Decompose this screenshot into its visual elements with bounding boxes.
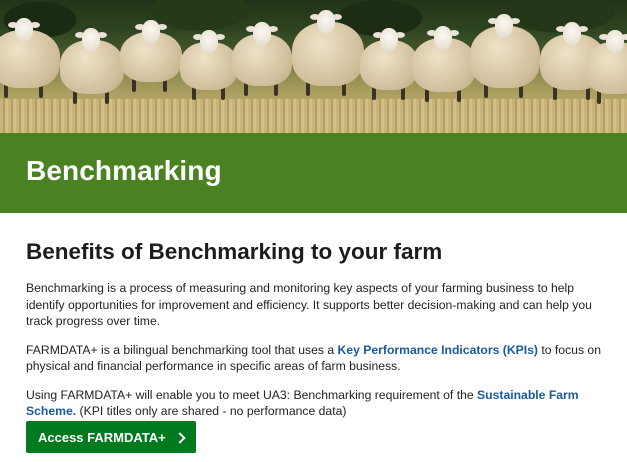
sheep — [585, 30, 627, 104]
grass-field — [0, 99, 627, 133]
scheme-paragraph: Using FARMDATA+ will enable you to meet … — [26, 387, 616, 420]
main-content: Benefits of Benchmarking to your farm Be… — [26, 238, 616, 432]
hero-image — [0, 0, 627, 133]
kpi-link[interactable]: Key Performance Indicators (KPIs) — [338, 343, 538, 357]
paragraph-text: FARMDATA+ is a bilingual benchmarking to… — [26, 342, 338, 357]
sheep — [232, 22, 292, 96]
button-label: Access FARMDATA+ — [38, 429, 166, 445]
chevron-right-icon — [174, 431, 186, 444]
sheep — [0, 18, 60, 98]
sheep — [470, 14, 540, 98]
section-heading: Benefits of Benchmarking to your farm — [26, 239, 443, 264]
sheep — [412, 26, 476, 102]
paragraph-text: Using FARMDATA+ will enable you to meet … — [26, 387, 478, 402]
sheep — [60, 28, 124, 104]
farmdata-paragraph: FARMDATA+ is a bilingual benchmarking to… — [26, 342, 616, 375]
paragraph-text: (KPI titles only are shared - no perform… — [76, 404, 347, 418]
sheep — [180, 30, 238, 100]
page-banner: Benchmarking — [0, 133, 627, 213]
sheep — [360, 28, 418, 100]
sheep — [292, 10, 364, 96]
intro-paragraph: Benchmarking is a process of measuring a… — [26, 281, 592, 328]
sheep — [120, 20, 182, 92]
access-farmdata-button[interactable]: Access FARMDATA+ — [26, 421, 196, 453]
page-title: Benchmarking — [26, 155, 222, 186]
